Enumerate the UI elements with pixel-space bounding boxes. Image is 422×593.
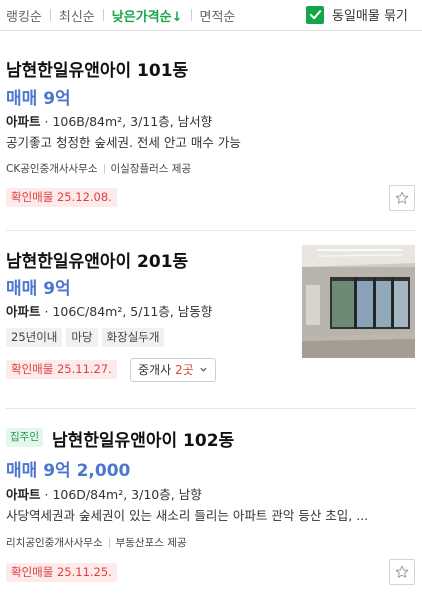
listing-spec-detail: 106B/84m², 3/11층, 남서향	[52, 114, 213, 129]
agency-provider: 부동산포스 제공	[115, 537, 187, 549]
listing-title[interactable]: 남현한일유앤아이 201동	[6, 247, 188, 272]
verified-badge: 확인매물 25.11.27.	[6, 360, 117, 379]
sort-ranking[interactable]: 랭킹순	[6, 6, 42, 25]
listing-agency: CK공인중개사사무소 이실장플러스 제공	[6, 161, 191, 176]
checkbox-checked-icon[interactable]	[306, 5, 324, 24]
listing-tag: 마당	[66, 328, 98, 347]
listing-divider	[6, 230, 416, 231]
group-same-listings-toggle[interactable]: 동일매물 묶기	[306, 5, 408, 24]
sort-divider	[102, 9, 104, 21]
listing-spec-detail: 106D/84m², 3/10층, 남향	[52, 487, 202, 502]
listing-price: 매매 9억	[6, 279, 71, 299]
listing-tag: 화장실두개	[101, 328, 165, 347]
listing-description: 공기좋고 청정한 숲세권. 전세 안고 매수 가능	[6, 135, 241, 150]
listing-tags: 25년이내 마당 화장실두개	[6, 326, 168, 347]
sort-latest[interactable]: 최신순	[59, 6, 95, 25]
agency-divider	[103, 163, 105, 174]
listing-price: 매매 9억	[6, 89, 71, 109]
owner-badge: 집주인	[6, 428, 43, 447]
listing-spec: 아파트 · 106B/84m², 3/11층, 남서향	[6, 114, 213, 129]
listing-type: 아파트	[6, 304, 41, 319]
sort-divider	[190, 9, 192, 21]
agency-divider	[108, 537, 110, 548]
room-photo-image	[302, 245, 415, 358]
chevron-down-icon	[200, 367, 208, 372]
agency-name: 리치공인중개사사무소	[6, 537, 103, 549]
star-icon	[395, 565, 409, 578]
star-icon	[395, 191, 409, 204]
sort-area[interactable]: 면적순	[200, 6, 236, 25]
listing-title[interactable]: 남현한일유앤아이 101동	[6, 56, 188, 81]
listing-spec: 아파트 · 106D/84m², 3/10층, 남향	[6, 487, 202, 502]
favorite-button[interactable]	[389, 559, 415, 585]
verified-badge: 확인매물 25.11.25.	[6, 563, 117, 582]
group-toggle-label: 동일매물 묶기	[332, 9, 408, 24]
listing-type: 아파트	[6, 114, 41, 129]
listing-divider	[6, 408, 416, 409]
listing-description: 사당역세권과 숲세권이 있는 새소리 들리는 아파트 관악 등산 초입, ...	[6, 508, 369, 523]
agent-label: 중개사	[138, 363, 172, 377]
verified-badge: 확인매물 25.12.08.	[6, 188, 117, 207]
agency-provider: 이실장플러스 제공	[110, 163, 192, 175]
agent-count: 2곳	[174, 363, 194, 377]
listing-price: 매매 9억 2,000	[6, 461, 131, 481]
listing-photo[interactable]	[302, 245, 415, 358]
sort-down-arrow-icon: ↓	[171, 9, 183, 25]
agent-count-button[interactable]: 중개사 2곳	[130, 358, 217, 382]
agency-name: CK공인중개사사무소	[6, 163, 98, 175]
listing-spec: 아파트 · 106C/84m², 5/11층, 남동향	[6, 304, 213, 319]
sort-low-price[interactable]: 낮은가격순↓	[112, 6, 183, 25]
sort-low-price-label: 낮은가격순	[111, 9, 172, 25]
listing-tag: 25년이내	[6, 328, 63, 347]
favorite-button[interactable]	[389, 185, 415, 211]
listing-type: 아파트	[6, 487, 41, 502]
listing-title[interactable]: 남현한일유앤아이 102동	[52, 426, 234, 451]
listing-agency: 리치공인중개사사무소 부동산포스 제공	[6, 535, 187, 550]
sort-divider	[49, 9, 51, 21]
listing-spec-detail: 106C/84m², 5/11층, 남동향	[52, 304, 213, 319]
sort-bar: 랭킹순 최신순 낮은가격순↓ 면적순 동일매물 묶기	[0, 0, 422, 31]
